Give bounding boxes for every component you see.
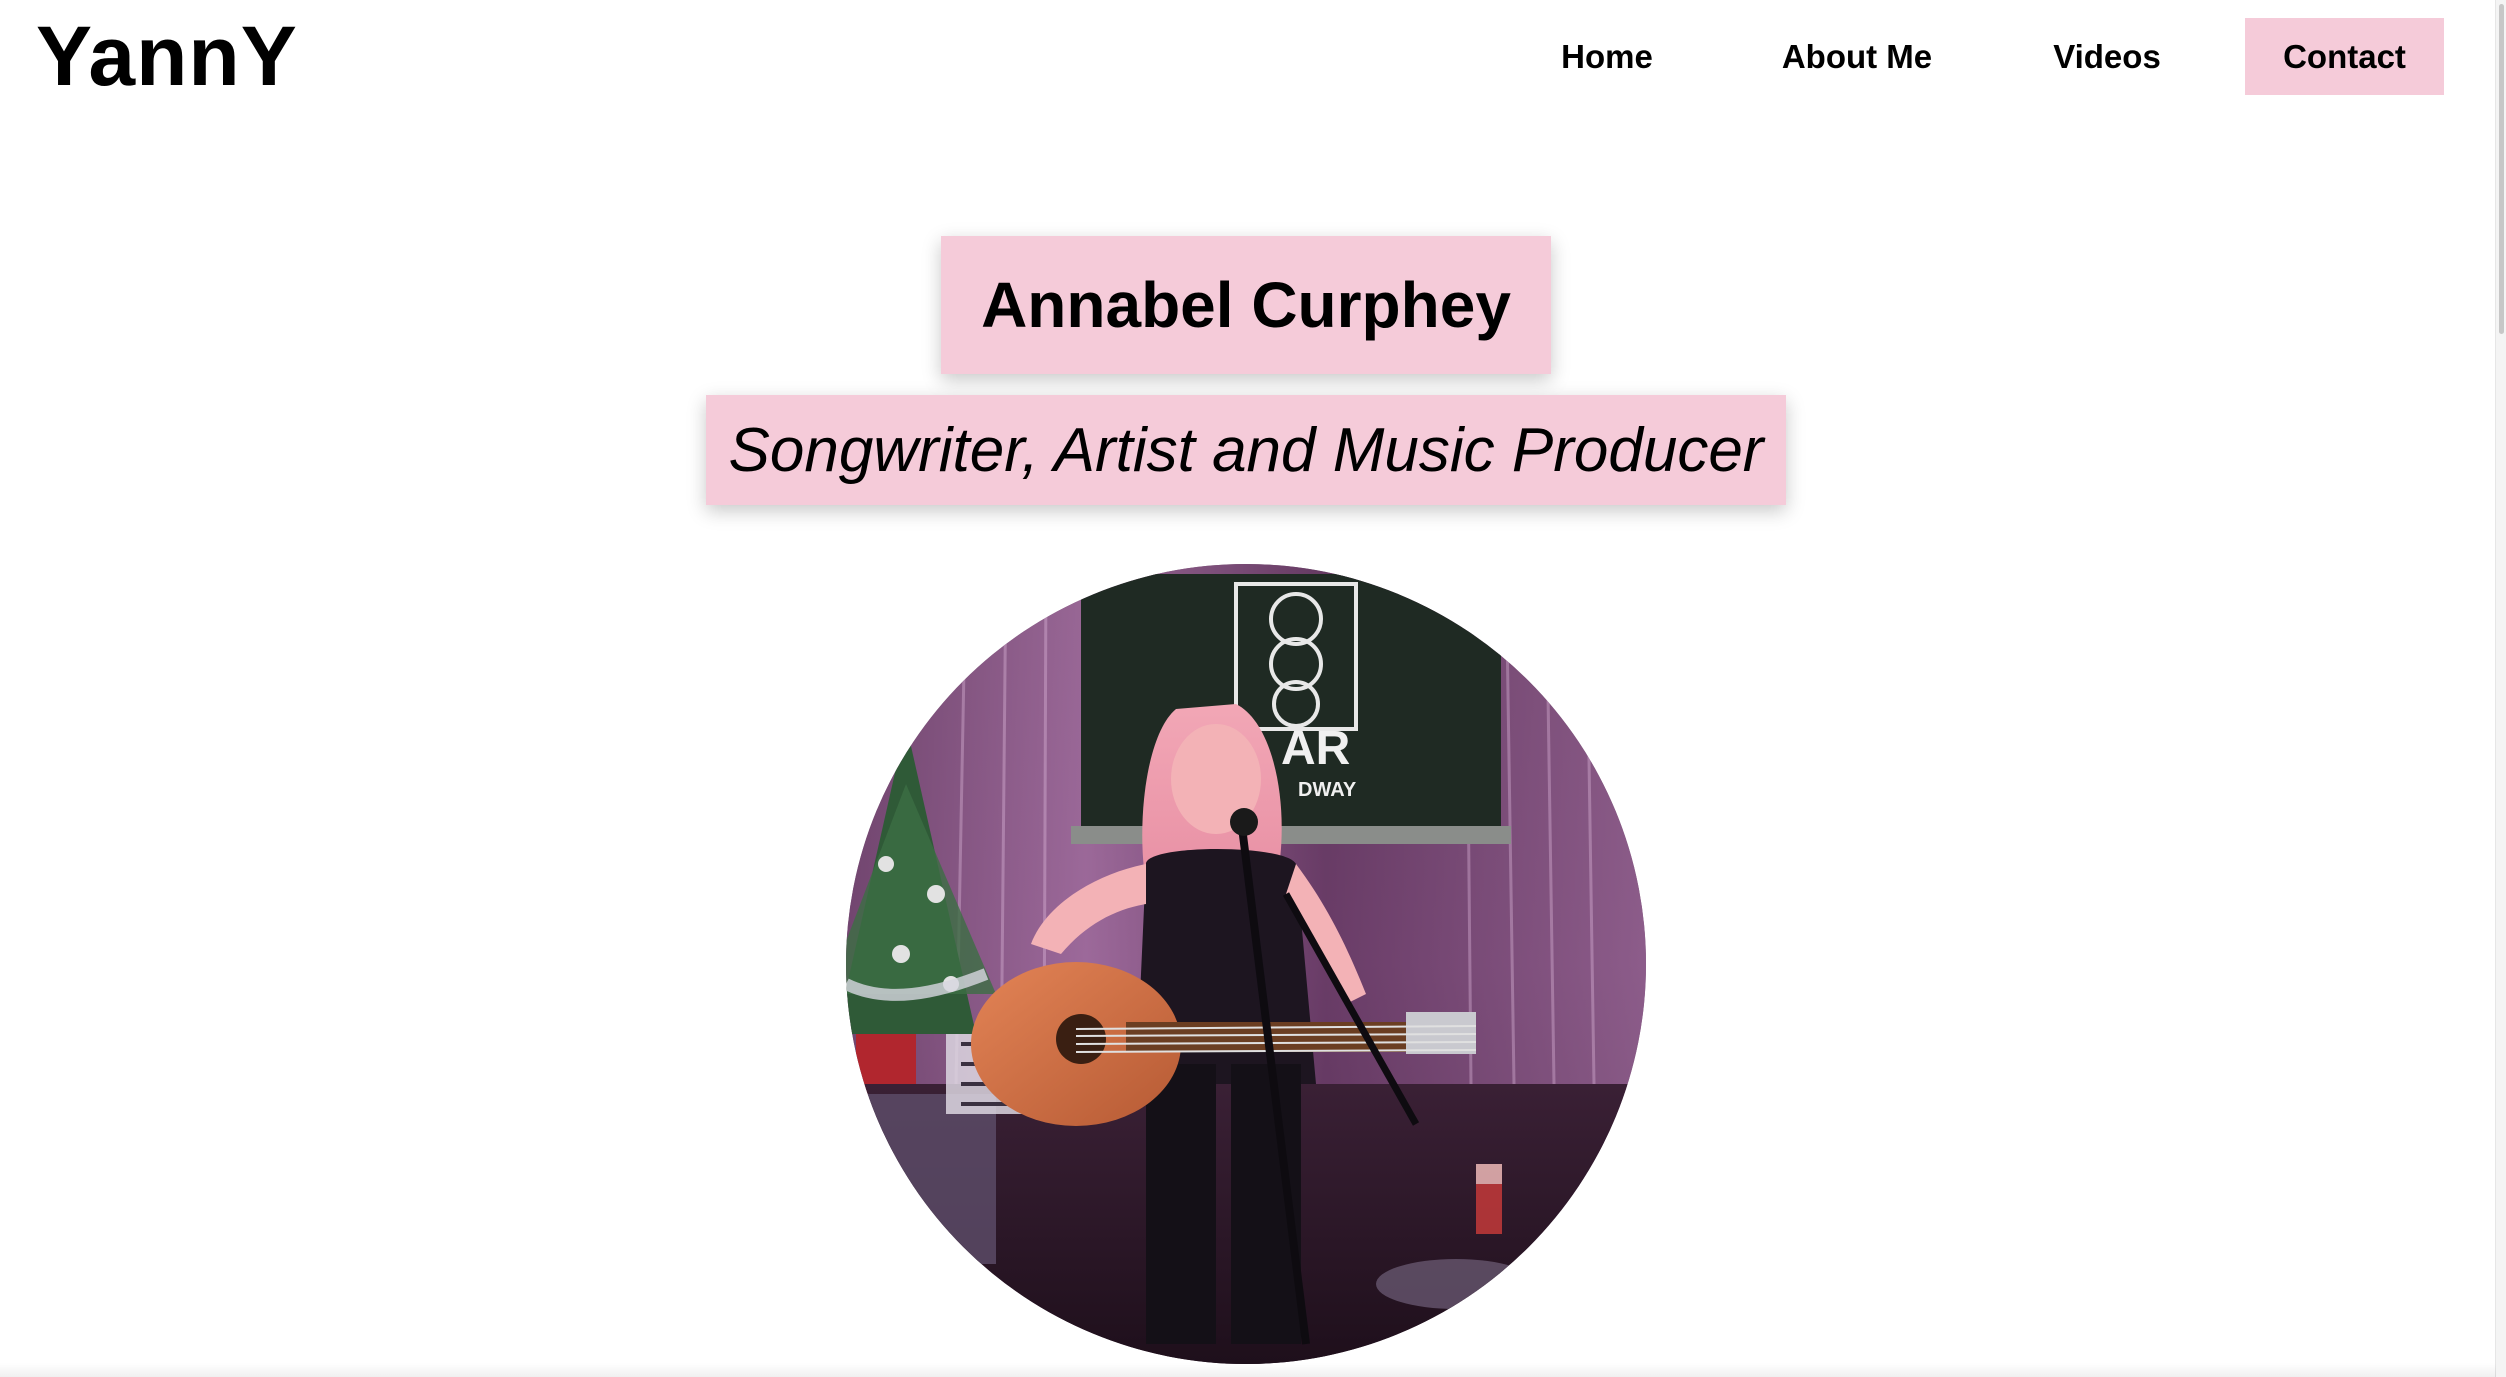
main-nav: Home About Me Videos Contact [1482,18,2444,95]
page: YannY Home About Me Videos Contact Annab… [0,0,2506,1377]
artist-name-banner: Annabel Curphey [941,236,1551,374]
artist-photo: AR DWAY [846,564,1646,1364]
tagline-banner: Songwriter, Artist and Music Producer [706,395,1786,505]
artist-name: Annabel Curphey [981,269,1511,341]
page-scrollbar[interactable] [2495,0,2506,1377]
nav-home-link[interactable]: Home [1482,18,1732,95]
site-logo[interactable]: YannY [36,6,298,106]
nav-about-me-link[interactable]: About Me [1732,18,1982,95]
sign-text: AR [1281,722,1350,775]
scrollbar-thumb[interactable] [2499,4,2504,334]
sign-subtext: DWAY [1298,779,1357,801]
bottom-fade [0,1363,2496,1377]
tagline: Songwriter, Artist and Music Producer [728,415,1764,485]
nav-videos-link[interactable]: Videos [1982,18,2232,95]
nav-contact-link[interactable]: Contact [2245,18,2444,95]
